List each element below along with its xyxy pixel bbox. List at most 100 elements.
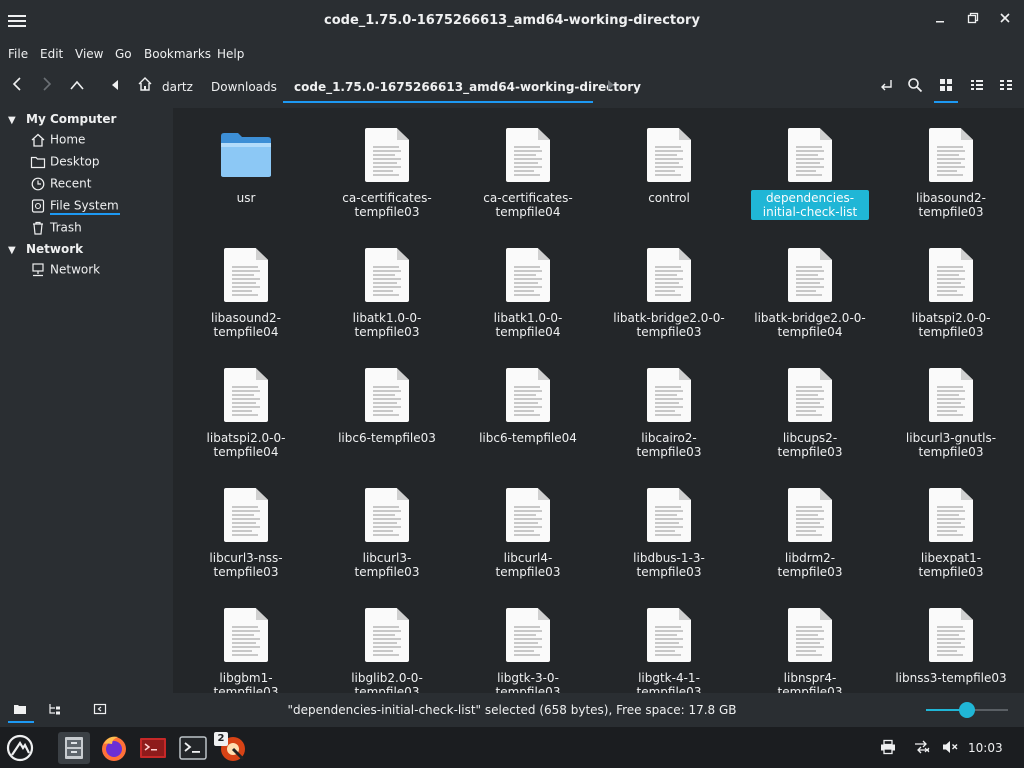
sidebar-group-label: My Computer (26, 112, 117, 126)
text-file-icon (923, 246, 979, 304)
home-crumb-icon[interactable] (134, 76, 156, 98)
text-file-icon (359, 606, 415, 664)
taskbar: 2 10:03 (0, 727, 1024, 768)
firefox-icon[interactable] (98, 732, 130, 764)
up-button[interactable] (66, 76, 88, 98)
toolbar: dartz Downloads code_1.75.0-1675266613_a… (0, 66, 1024, 108)
file-item[interactable]: dependencies-initial-check-list (740, 126, 880, 220)
sidebar-item-recent[interactable]: Recent (30, 176, 165, 196)
details-view-icon[interactable] (996, 77, 1016, 97)
printer-icon[interactable] (879, 739, 897, 759)
zoom-slider-handle[interactable] (959, 702, 975, 718)
file-item[interactable]: libnss3-tempfile03 (881, 606, 1021, 686)
file-item[interactable]: libdbus-1-3-tempfile03 (599, 486, 739, 580)
sidebar-item-file-system[interactable]: File System (30, 198, 165, 218)
file-name-label: libnspr4-tempfile03 (777, 671, 843, 693)
triangle-left-icon (112, 80, 118, 90)
text-file-icon (500, 366, 556, 424)
compact-view-icon[interactable] (967, 77, 987, 97)
terminal-red-icon[interactable] (137, 732, 169, 764)
file-item[interactable]: libglib2.0-0-tempfile03 (317, 606, 457, 693)
restore-icon[interactable] (964, 12, 982, 30)
sidebar-item-home[interactable]: Home (30, 132, 165, 152)
file-item[interactable]: libatspi2.0-0-tempfile03 (881, 246, 1021, 340)
text-file-icon (500, 486, 556, 544)
expand-arrow-icon: ▼ (8, 115, 16, 126)
file-item[interactable]: libcups2-tempfile03 (740, 366, 880, 460)
file-item[interactable]: libatk-bridge2.0-0-tempfile04 (740, 246, 880, 340)
menu-go[interactable]: Go (115, 47, 132, 61)
app-launcher-icon[interactable] (4, 732, 36, 764)
folder-item[interactable]: usr (176, 126, 316, 206)
menu-edit[interactable]: Edit (40, 47, 63, 61)
file-item[interactable]: libdrm2-tempfile03 (740, 486, 880, 580)
status-bar: "dependencies-initial-check-list" select… (0, 693, 1024, 727)
file-item[interactable]: libc6-tempfile03 (317, 366, 457, 446)
breadcrumb-current[interactable]: code_1.75.0-1675266613_amd64-working-dir… (294, 80, 641, 94)
menu-view[interactable]: View (75, 47, 103, 61)
clock: 10:03 (968, 741, 1003, 755)
breadcrumb-active-indicator (283, 101, 593, 103)
file-item[interactable]: libcairo2-tempfile03 (599, 366, 739, 460)
sidebar-item-label: Desktop (50, 154, 100, 169)
file-item[interactable]: libatk-bridge2.0-0-tempfile03 (599, 246, 739, 340)
expand-arrow-icon: ▼ (8, 245, 16, 256)
file-item[interactable]: control (599, 126, 739, 206)
terminal-icon[interactable] (177, 732, 209, 764)
sidebar-item-label: File System (50, 198, 119, 213)
breadcrumb-scroll-right[interactable] (600, 76, 622, 98)
open-terminal-icon[interactable] (876, 77, 896, 97)
back-button[interactable] (6, 76, 28, 98)
file-name-label: libatspi2.0-0-tempfile04 (206, 431, 286, 459)
text-file-icon (359, 246, 415, 304)
file-item[interactable]: libgtk-3-0-tempfile03 (458, 606, 598, 693)
file-item[interactable]: libasound2-tempfile04 (176, 246, 316, 340)
sidebar-group-my-computer[interactable]: ▼ My Computer (8, 112, 116, 126)
forward-button[interactable] (36, 76, 58, 98)
breadcrumb-scroll-left[interactable] (104, 76, 126, 98)
menu-file[interactable]: File (8, 47, 28, 61)
file-manager-task-icon[interactable] (58, 732, 90, 764)
file-view[interactable]: usr ca-certificates-tempfile03 ca-certific… (173, 108, 1024, 693)
file-item[interactable]: libcurl3-nss-tempfile03 (176, 486, 316, 580)
icon-view-icon[interactable] (936, 77, 956, 97)
file-item[interactable]: libexpat1-tempfile03 (881, 486, 1021, 580)
sidebar-item-trash[interactable]: Trash (30, 220, 165, 240)
file-item[interactable]: ca-certificates-tempfile04 (458, 126, 598, 220)
volume-muted-icon[interactable] (941, 739, 959, 759)
breadcrumb-home[interactable]: dartz (162, 80, 193, 94)
menu-bar: File Edit View Go Bookmarks Help (0, 42, 1024, 66)
file-name-label: libdrm2-tempfile03 (777, 551, 843, 579)
file-item[interactable]: ca-certificates-tempfile03 (317, 126, 457, 220)
file-name-label: libcairo2-tempfile03 (636, 431, 702, 459)
file-name-label: libgbm1-tempfile03 (213, 671, 279, 693)
file-item[interactable]: libgtk-4-1-tempfile03 (599, 606, 739, 693)
file-item[interactable]: libcurl4-tempfile03 (458, 486, 598, 580)
sidebar-item-label: Recent (50, 176, 92, 191)
file-name-label: libcurl4-tempfile03 (495, 551, 561, 579)
menu-bookmarks[interactable]: Bookmarks (144, 47, 211, 61)
file-name-label: ca-certificates-tempfile03 (342, 191, 432, 219)
file-item[interactable]: libatk1.0-0-tempfile03 (317, 246, 457, 340)
file-item[interactable]: libgbm1-tempfile03 (176, 606, 316, 693)
search-icon[interactable] (905, 77, 925, 97)
network-disconnected-icon[interactable] (913, 739, 931, 759)
close-icon[interactable] (996, 12, 1014, 30)
file-item[interactable]: libc6-tempfile04 (458, 366, 598, 446)
file-item[interactable]: libatk1.0-0-tempfile04 (458, 246, 598, 340)
file-item[interactable]: libcurl3-tempfile03 (317, 486, 457, 580)
file-item[interactable]: libnspr4-tempfile03 (740, 606, 880, 693)
minimize-icon[interactable] (931, 12, 949, 30)
file-item[interactable]: libasound2-tempfile03 (881, 126, 1021, 220)
sidebar-item-desktop[interactable]: Desktop (30, 154, 165, 174)
file-name-label: libcups2-tempfile03 (777, 431, 843, 459)
file-item[interactable]: libcurl3-gnutls-tempfile03 (881, 366, 1021, 460)
file-name-label: libatk-bridge2.0-0-tempfile03 (613, 311, 725, 339)
breadcrumb-downloads[interactable]: Downloads (211, 80, 277, 94)
sidebar-group-network[interactable]: ▼ Network (8, 242, 83, 256)
file-item[interactable]: libatspi2.0-0-tempfile04 (176, 366, 316, 460)
sidebar-item-network[interactable]: Network (30, 262, 165, 282)
menu-help[interactable]: Help (217, 47, 244, 61)
window-title: code_1.75.0-1675266613_amd64-working-dir… (324, 13, 700, 28)
text-file-icon (218, 486, 274, 544)
